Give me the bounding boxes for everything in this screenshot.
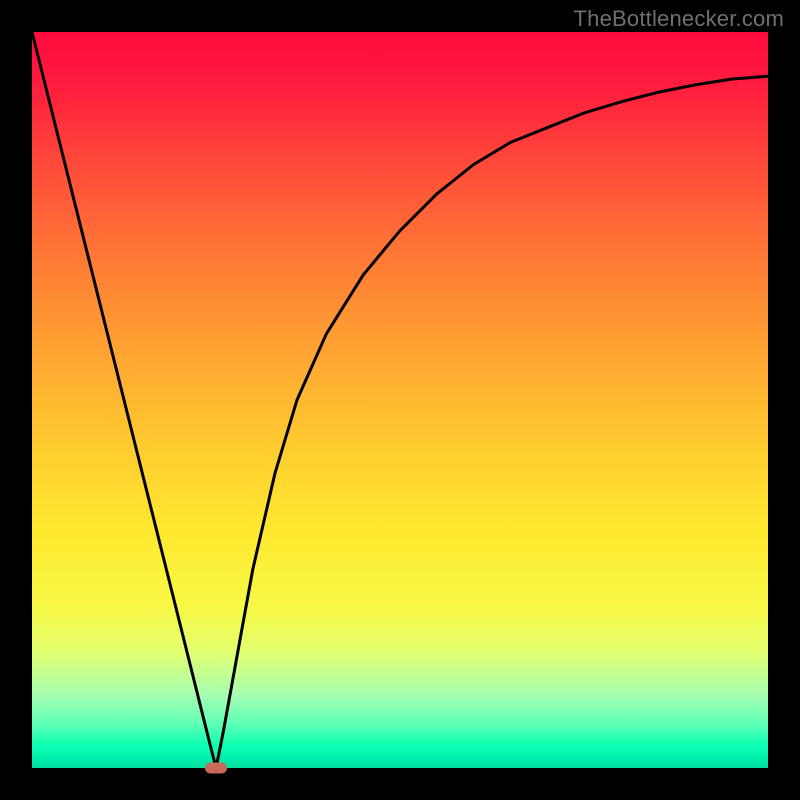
watermark-text: TheBottlenecker.com (574, 6, 784, 32)
plot-area (32, 32, 768, 768)
bottleneck-curve (32, 32, 768, 768)
baseline-band (32, 750, 768, 768)
chart-frame: TheBottlenecker.com (0, 0, 800, 800)
minimum-marker (205, 763, 227, 774)
